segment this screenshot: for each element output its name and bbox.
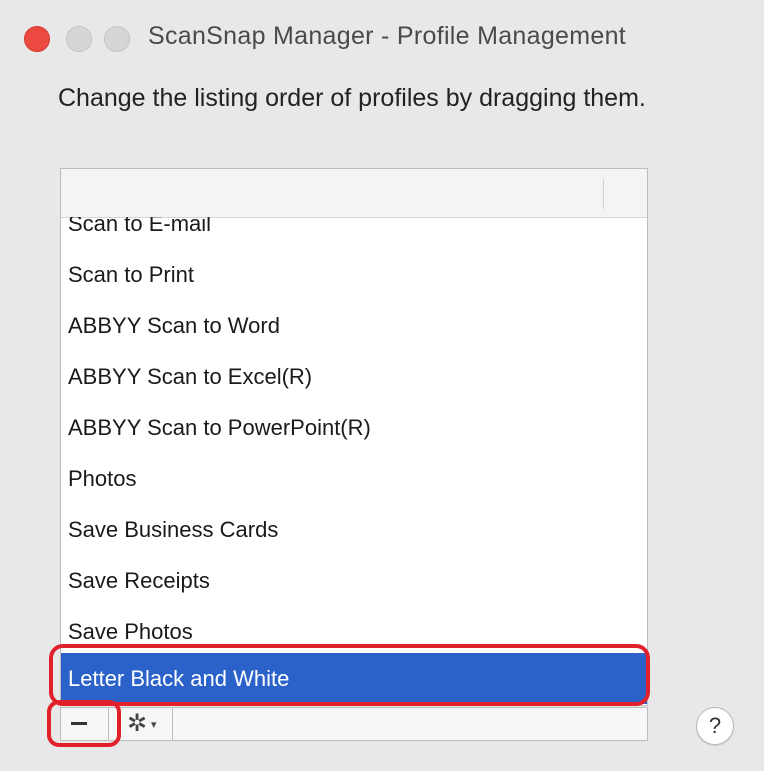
profile-row-scan-to-print[interactable]: Scan to Print: [61, 249, 647, 300]
minus-icon: [71, 722, 87, 725]
profile-list[interactable]: Scan to E-mail Scan to Print ABBYY Scan …: [60, 168, 648, 706]
minimize-window-button[interactable]: [66, 26, 92, 52]
window-title: ScanSnap Manager - Profile Management: [148, 22, 627, 50]
profile-row-scan-to-email[interactable]: Scan to E-mail: [61, 217, 647, 249]
profile-row-abbyy-excel[interactable]: ABBYY Scan to Excel(R): [61, 351, 647, 402]
profile-actions-menu-button[interactable]: ✲ ▾: [123, 708, 173, 740]
profile-rows[interactable]: Scan to E-mail Scan to Print ABBYY Scan …: [61, 217, 647, 705]
profile-management-window: ScanSnap Manager - Profile Management Ch…: [0, 0, 764, 771]
profile-row-abbyy-word[interactable]: ABBYY Scan to Word: [61, 300, 647, 351]
profile-row-save-receipts[interactable]: Save Receipts: [61, 555, 647, 606]
zoom-window-button[interactable]: [104, 26, 130, 52]
gear-icon: ✲: [127, 710, 148, 737]
profile-row-abbyy-powerpoint[interactable]: ABBYY Scan to PowerPoint(R): [61, 402, 647, 453]
profile-list-header: [61, 169, 647, 218]
profile-row-save-photos[interactable]: Save Photos: [61, 606, 647, 657]
profile-row-photos[interactable]: Photos: [61, 453, 647, 504]
instruction-text: Change the listing order of profiles by …: [58, 84, 646, 112]
chevron-down-icon: ▾: [151, 719, 157, 731]
profile-row-save-business-cards[interactable]: Save Business Cards: [61, 504, 647, 555]
title-bar[interactable]: ScanSnap Manager - Profile Management: [0, 0, 764, 80]
remove-profile-button[interactable]: [61, 708, 109, 740]
profile-row-letter-black-and-white[interactable]: Letter Black and White: [61, 653, 647, 704]
help-button[interactable]: ?: [696, 707, 734, 745]
close-window-button[interactable]: [24, 26, 50, 52]
header-divider: [603, 179, 604, 209]
list-toolbar: ✲ ▾: [60, 707, 648, 741]
